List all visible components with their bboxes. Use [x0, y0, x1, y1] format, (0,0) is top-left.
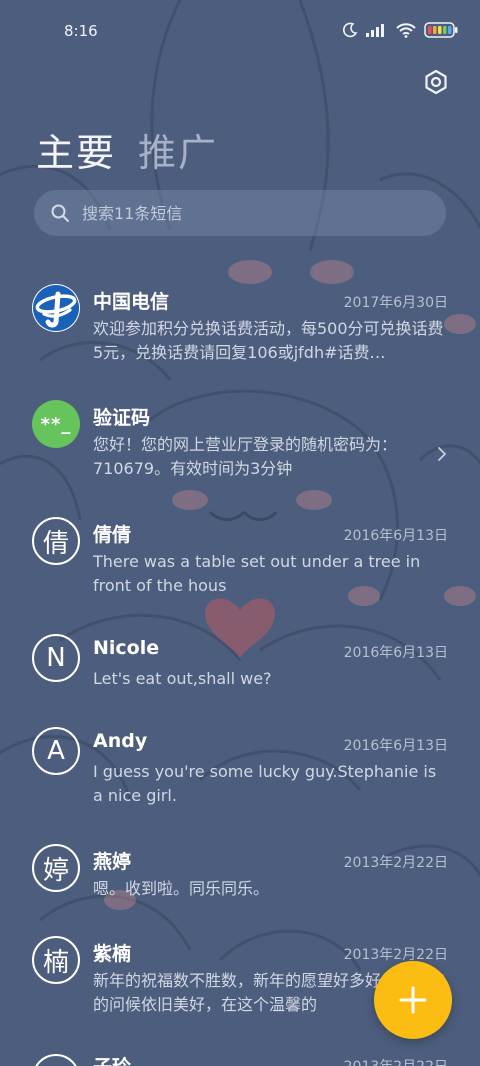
conversation-item[interactable]: 玲 子玲 2013年2月22日: [0, 1040, 480, 1066]
china-telecom-logo-icon: [33, 285, 79, 331]
contact-name: 子玲: [93, 1052, 131, 1066]
moon-icon: [343, 22, 358, 38]
message-preview: 嗯。收到啦。同乐同乐。: [93, 879, 270, 898]
avatar: A: [32, 727, 80, 775]
status-time: 8:16: [64, 22, 98, 40]
avatar: [32, 284, 80, 332]
message-date: 2013年2月22日: [344, 1056, 448, 1066]
conversation-item[interactable]: 婷 燕婷 2013年2月22日 嗯。收到啦。同乐同乐。: [0, 830, 480, 910]
category-tabs: 主要 推广: [36, 122, 218, 177]
avatar: **_: [32, 400, 80, 448]
compose-button[interactable]: [374, 961, 452, 1039]
message-preview: There was a table set out under a tree i…: [93, 552, 421, 595]
contact-name: Andy: [93, 730, 148, 752]
avatar: 倩: [32, 517, 80, 565]
message-preview: I guess you're some lucky guy.Stephanie …: [93, 762, 437, 805]
contact-name: 中国电信: [93, 291, 170, 313]
message-date: 2017年6月30日: [343, 295, 448, 311]
message-preview: Let's eat out,shall we?: [93, 669, 272, 688]
conversation-item[interactable]: N Nicole 2016年6月13日 Let's eat out,shall …: [0, 620, 480, 700]
conversation-item[interactable]: 倩 倩倩 2016年6月13日 There was a table set ou…: [0, 503, 480, 603]
tab-promotions[interactable]: 推广: [138, 122, 218, 177]
message-date: 2016年6月13日: [343, 738, 448, 754]
search-input[interactable]: [82, 190, 422, 236]
status-icons: [342, 22, 458, 38]
avatar: 婷: [32, 844, 80, 892]
status-bar: 8:16: [0, 0, 480, 62]
conversation-item[interactable]: 中国电信 2017年6月30日 欢迎参加积分兑换话费活动，每500分可兑换话费5…: [0, 270, 480, 370]
search-bar[interactable]: [34, 190, 446, 236]
tab-main[interactable]: 主要: [36, 122, 116, 177]
message-date: 2016年6月13日: [343, 528, 448, 544]
avatar: 玲: [32, 1054, 80, 1066]
avatar: N: [32, 634, 80, 682]
settings-hexagon-icon: [425, 69, 447, 95]
battery-icon: [424, 22, 458, 38]
search-icon: [51, 204, 69, 222]
settings-button[interactable]: [422, 68, 450, 96]
contact-name: Nicole: [93, 637, 160, 659]
wifi-icon: [396, 22, 416, 38]
conversation-item[interactable]: **_ 验证码 您好！您的网上营业厅登录的随机密码为：710679。有效时间为3…: [0, 386, 480, 486]
chevron-right-icon[interactable]: [436, 446, 448, 462]
message-date: 2016年6月13日: [343, 645, 448, 661]
avatar: 楠: [32, 936, 80, 984]
message-preview: 欢迎参加积分兑换话费活动，每500分可兑换话费5元，兑换话费请回复106或jfd…: [93, 319, 444, 362]
contact-name: 紫楠: [93, 943, 132, 965]
signal-icon: [366, 24, 384, 37]
contact-name: 燕婷: [93, 851, 132, 873]
message-preview: 您好！您的网上营业厅登录的随机密码为：710679。有效时间为3分钟: [93, 435, 398, 478]
contact-name: 倩倩: [93, 524, 132, 546]
conversation-item[interactable]: A Andy 2016年6月13日 I guess you're some lu…: [0, 713, 480, 813]
plus-icon: [399, 986, 427, 1014]
message-date: 2013年2月22日: [343, 947, 448, 963]
contact-name: 验证码: [93, 407, 151, 429]
message-date: 2013年2月22日: [343, 855, 448, 871]
